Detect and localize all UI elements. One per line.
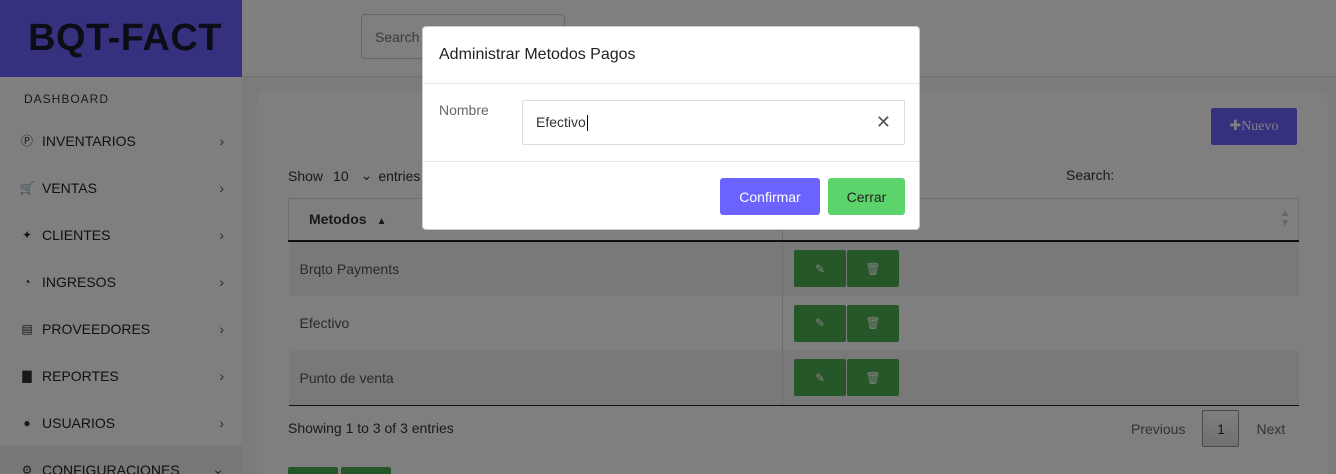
nombre-input[interactable]: Efectivo ✕ <box>522 100 905 145</box>
metodo-pago-modal: Administrar Metodos Pagos Nombre Efectiv… <box>422 26 920 230</box>
confirm-button[interactable]: Confirmar <box>720 178 820 215</box>
clear-icon[interactable]: ✕ <box>876 112 891 133</box>
nombre-label: Nombre <box>439 102 489 118</box>
nombre-input-value: Efectivo <box>536 113 586 130</box>
close-button[interactable]: Cerrar <box>828 178 905 215</box>
modal-title: Administrar Metodos Pagos <box>423 27 919 84</box>
text-caret <box>586 115 588 132</box>
modal-body: Nombre Efectivo ✕ <box>423 84 919 162</box>
modal-footer: Confirmar Cerrar <box>423 162 919 229</box>
